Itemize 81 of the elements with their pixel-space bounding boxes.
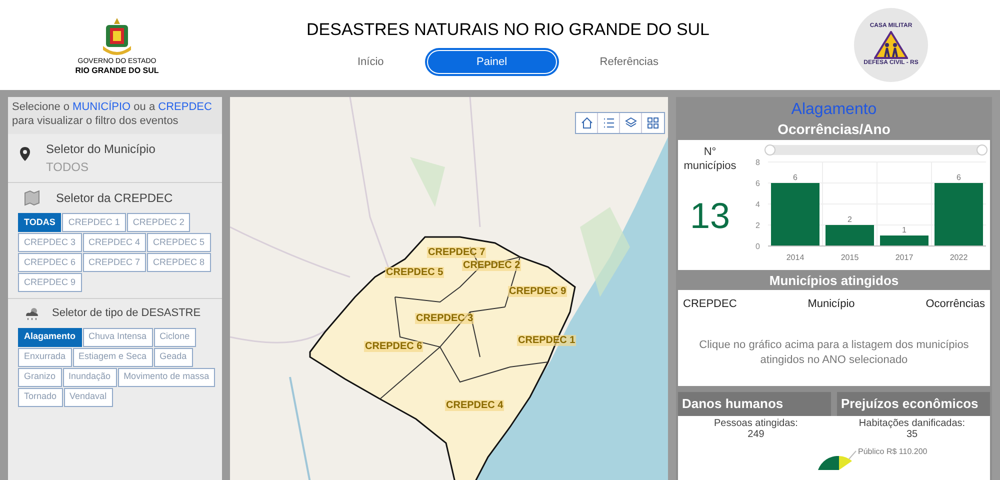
x-tick-label: 2017 (895, 253, 914, 262)
filter-option[interactable]: CREPDEC 8 (147, 253, 211, 272)
filter-option[interactable]: Ciclone (154, 328, 196, 346)
stat-value: 249 (748, 428, 764, 440)
nav-tab[interactable]: Início (342, 50, 400, 73)
weather-icon (24, 306, 40, 320)
filter-option[interactable]: Tornado (18, 388, 63, 406)
column-header: CREPDEC (683, 297, 737, 312)
region-label: CREPDEC 9 (508, 286, 568, 297)
bar-value-label: 6 (793, 173, 798, 182)
layers-icon (624, 117, 636, 129)
filter-option[interactable]: Vendaval (64, 388, 113, 406)
logo-caption: RIO GRANDE DO SUL (75, 66, 159, 74)
bar[interactable] (826, 225, 874, 246)
stat-value: 35 (906, 428, 918, 440)
bar[interactable] (880, 236, 928, 246)
filter-option[interactable]: CREPDEC 4 (82, 233, 146, 252)
stat-label: Habitações danificadas: (858, 418, 966, 428)
bar-value-label: 2 (848, 215, 852, 224)
filter-option[interactable]: Inundação (62, 368, 117, 386)
column-header: Ocorrências (926, 297, 985, 312)
count-label: N° municípios (682, 145, 738, 173)
filter-option[interactable]: Estiagem e Seca (72, 348, 153, 366)
filter-option[interactable]: Alagamento (18, 328, 82, 346)
map[interactable]: CREPDEC 7 CREPDEC 2 CREPDEC 5 CREPDEC 9 CREPDEC 3 CREPDEC 1 CREPDEC 6 CREPDEC 4 (230, 97, 668, 480)
selector-label: Seletor da CREPDEC (56, 190, 173, 207)
home-icon (580, 117, 592, 129)
region-label: CREPDEC 6 (364, 341, 424, 352)
disaster-title: Alagamento (790, 100, 878, 120)
region-label: CREPDEC 4 (445, 400, 504, 411)
section-title: Danos humanos (678, 392, 831, 416)
list-icon (602, 117, 614, 129)
location-pin-icon (20, 147, 30, 161)
selector-label: Seletor de tipo de DESASTRE (52, 306, 201, 321)
coat-of-arms-icon (100, 16, 134, 58)
section-title: Municípios atingidos (768, 272, 900, 290)
y-tick-label: 6 (756, 179, 760, 188)
region-label: CREPDEC 2 (462, 260, 522, 271)
region-label: CREPDEC 3 (415, 313, 474, 324)
section-title: Prejuízos econômicos (837, 392, 990, 416)
filter-option[interactable]: Enxurrada (18, 348, 72, 366)
y-tick-label: 4 (756, 200, 760, 209)
filter-option[interactable]: CREPDEC 5 (147, 233, 211, 252)
selector-value[interactable]: TODOS (46, 158, 156, 176)
filter-option[interactable]: CREPDEC 7 (82, 253, 146, 272)
region-label: CREPDEC 7 (427, 247, 486, 258)
nav-tab[interactable]: Painel (428, 50, 556, 73)
y-tick-label: 8 (756, 158, 760, 167)
selector-label: Seletor do Município (46, 141, 156, 158)
section-title: Ocorrências/Ano (776, 120, 892, 138)
bar-value-label: 1 (902, 226, 906, 234)
x-tick-label: 2015 (840, 253, 859, 262)
region-label: CREPDEC 5 (385, 267, 444, 278)
range-slider[interactable] (764, 144, 988, 156)
filter-option[interactable]: Movimento de massa (118, 368, 216, 386)
map-region-icon (24, 190, 40, 206)
filter-option[interactable]: CREPDEC 3 (18, 233, 82, 252)
nav-tab[interactable]: Referências (584, 50, 674, 73)
intro-text: Selecione o MUNICÍPIO ou a CREPDEC para visualizar o filtro dos eventos (8, 97, 222, 134)
x-tick-label: 2022 (950, 253, 968, 262)
bar-value-label: 6 (956, 173, 961, 182)
filter-option[interactable]: CREPDEC 2 (126, 213, 190, 232)
stat-label: Pessoas atingidas: (714, 418, 798, 428)
filter-option[interactable]: Chuva Intensa (82, 328, 153, 346)
pie-label: Público R$ 110.200 (858, 446, 928, 458)
x-tick-label: 2014 (786, 253, 804, 262)
filter-option[interactable]: CREPDEC 6 (18, 253, 82, 272)
filter-option[interactable]: Geada (154, 348, 193, 366)
count-value: 13 (690, 194, 730, 238)
grid-icon (647, 117, 659, 129)
region-label: CREPDEC 1 (517, 335, 576, 346)
leader-line (848, 450, 858, 460)
y-tick-label: 2 (756, 221, 760, 230)
filter-option[interactable]: CREPDEC 9 (18, 273, 82, 292)
filter-option[interactable]: CREPDEC 1 (62, 213, 126, 232)
filter-option[interactable]: TODAS (18, 213, 62, 232)
filter-option[interactable]: Granizo (18, 368, 62, 386)
empty-message: Clique no gráfico acima para a listagem dos municípios atingidos no ANO selecionado (698, 338, 970, 368)
column-header: Município (808, 297, 855, 312)
page-title: DESASTRES NATURAIS NO RIO GRANDE DO SUL (306, 19, 710, 42)
y-tick-label: 0 (756, 242, 760, 251)
